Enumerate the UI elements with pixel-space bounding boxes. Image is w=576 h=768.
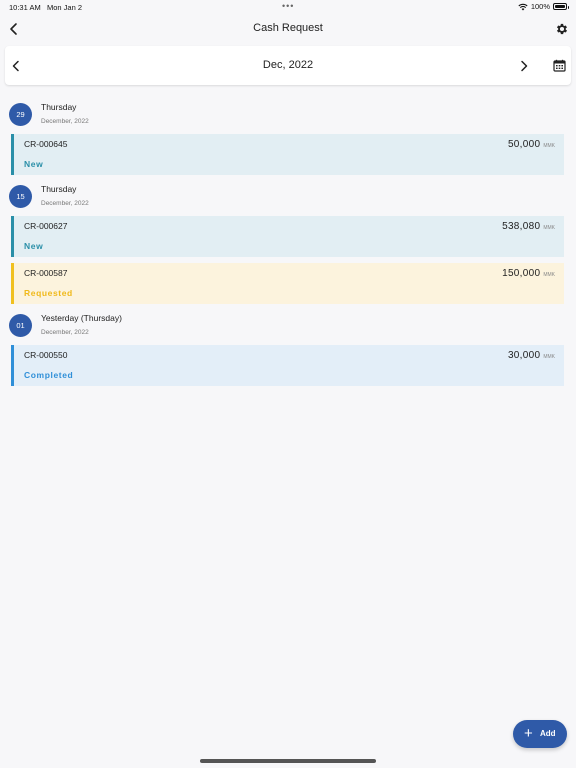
status-right: 100% [518, 2, 569, 11]
month-year-label: December, 2022 [41, 200, 89, 207]
request-amount: 150,000 MMK [502, 268, 555, 279]
request-amount: 30,000 MMK [507, 350, 555, 361]
nav-bar: Cash Request [0, 14, 576, 44]
selected-month: Dec, 2022 [262, 59, 314, 71]
request-amount: 538,080 MMK [502, 221, 555, 232]
multitasking-dots[interactable]: ••• [282, 1, 294, 11]
status-time: 10:31 AM Mon Jan 2 [9, 3, 82, 12]
next-month-chevron-icon[interactable] [518, 60, 530, 72]
request-status: New [24, 241, 44, 251]
day-badge: 15 [9, 185, 32, 208]
month-year-label: December, 2022 [41, 329, 89, 336]
request-status: Requested [24, 288, 73, 298]
home-indicator[interactable] [200, 759, 376, 763]
battery-icon [553, 3, 569, 10]
day-badge: 29 [9, 103, 32, 126]
request-id: CR-000587 [24, 268, 68, 278]
request-id: CR-000645 [24, 139, 68, 149]
request-amount: 50,000 MMK [507, 139, 555, 150]
request-id: CR-000550 [24, 350, 68, 360]
add-button[interactable]: + Add [513, 720, 567, 748]
cash-request-card[interactable]: CR-000587 150,000 MMK Requested [11, 263, 564, 304]
battery-percent: 100% [530, 2, 550, 11]
day-badge: 01 [9, 314, 32, 337]
calendar-icon[interactable] [553, 59, 566, 72]
cash-request-card[interactable]: CR-000550 30,000 MMK Completed [11, 345, 564, 386]
request-status: New [24, 159, 44, 169]
gear-icon[interactable] [555, 22, 569, 36]
page-title: Cash Request [253, 22, 323, 34]
request-id: CR-000627 [24, 221, 68, 231]
month-selector: Dec, 2022 [5, 46, 571, 85]
cash-request-card[interactable]: CR-000645 50,000 MMK New [11, 134, 564, 175]
wifi-icon [518, 3, 528, 10]
plus-icon: + [524, 725, 533, 742]
weekday-label: Yesterday (Thursday) [41, 313, 122, 323]
add-button-label: Add [540, 729, 556, 738]
weekday-label: Thursday [41, 184, 77, 194]
month-year-label: December, 2022 [41, 118, 89, 125]
status-bar: 10:31 AM Mon Jan 2 ••• 100% [0, 0, 576, 14]
cash-request-card[interactable]: CR-000627 538,080 MMK New [11, 216, 564, 257]
request-status: Completed [24, 370, 74, 380]
weekday-label: Thursday [41, 102, 77, 112]
